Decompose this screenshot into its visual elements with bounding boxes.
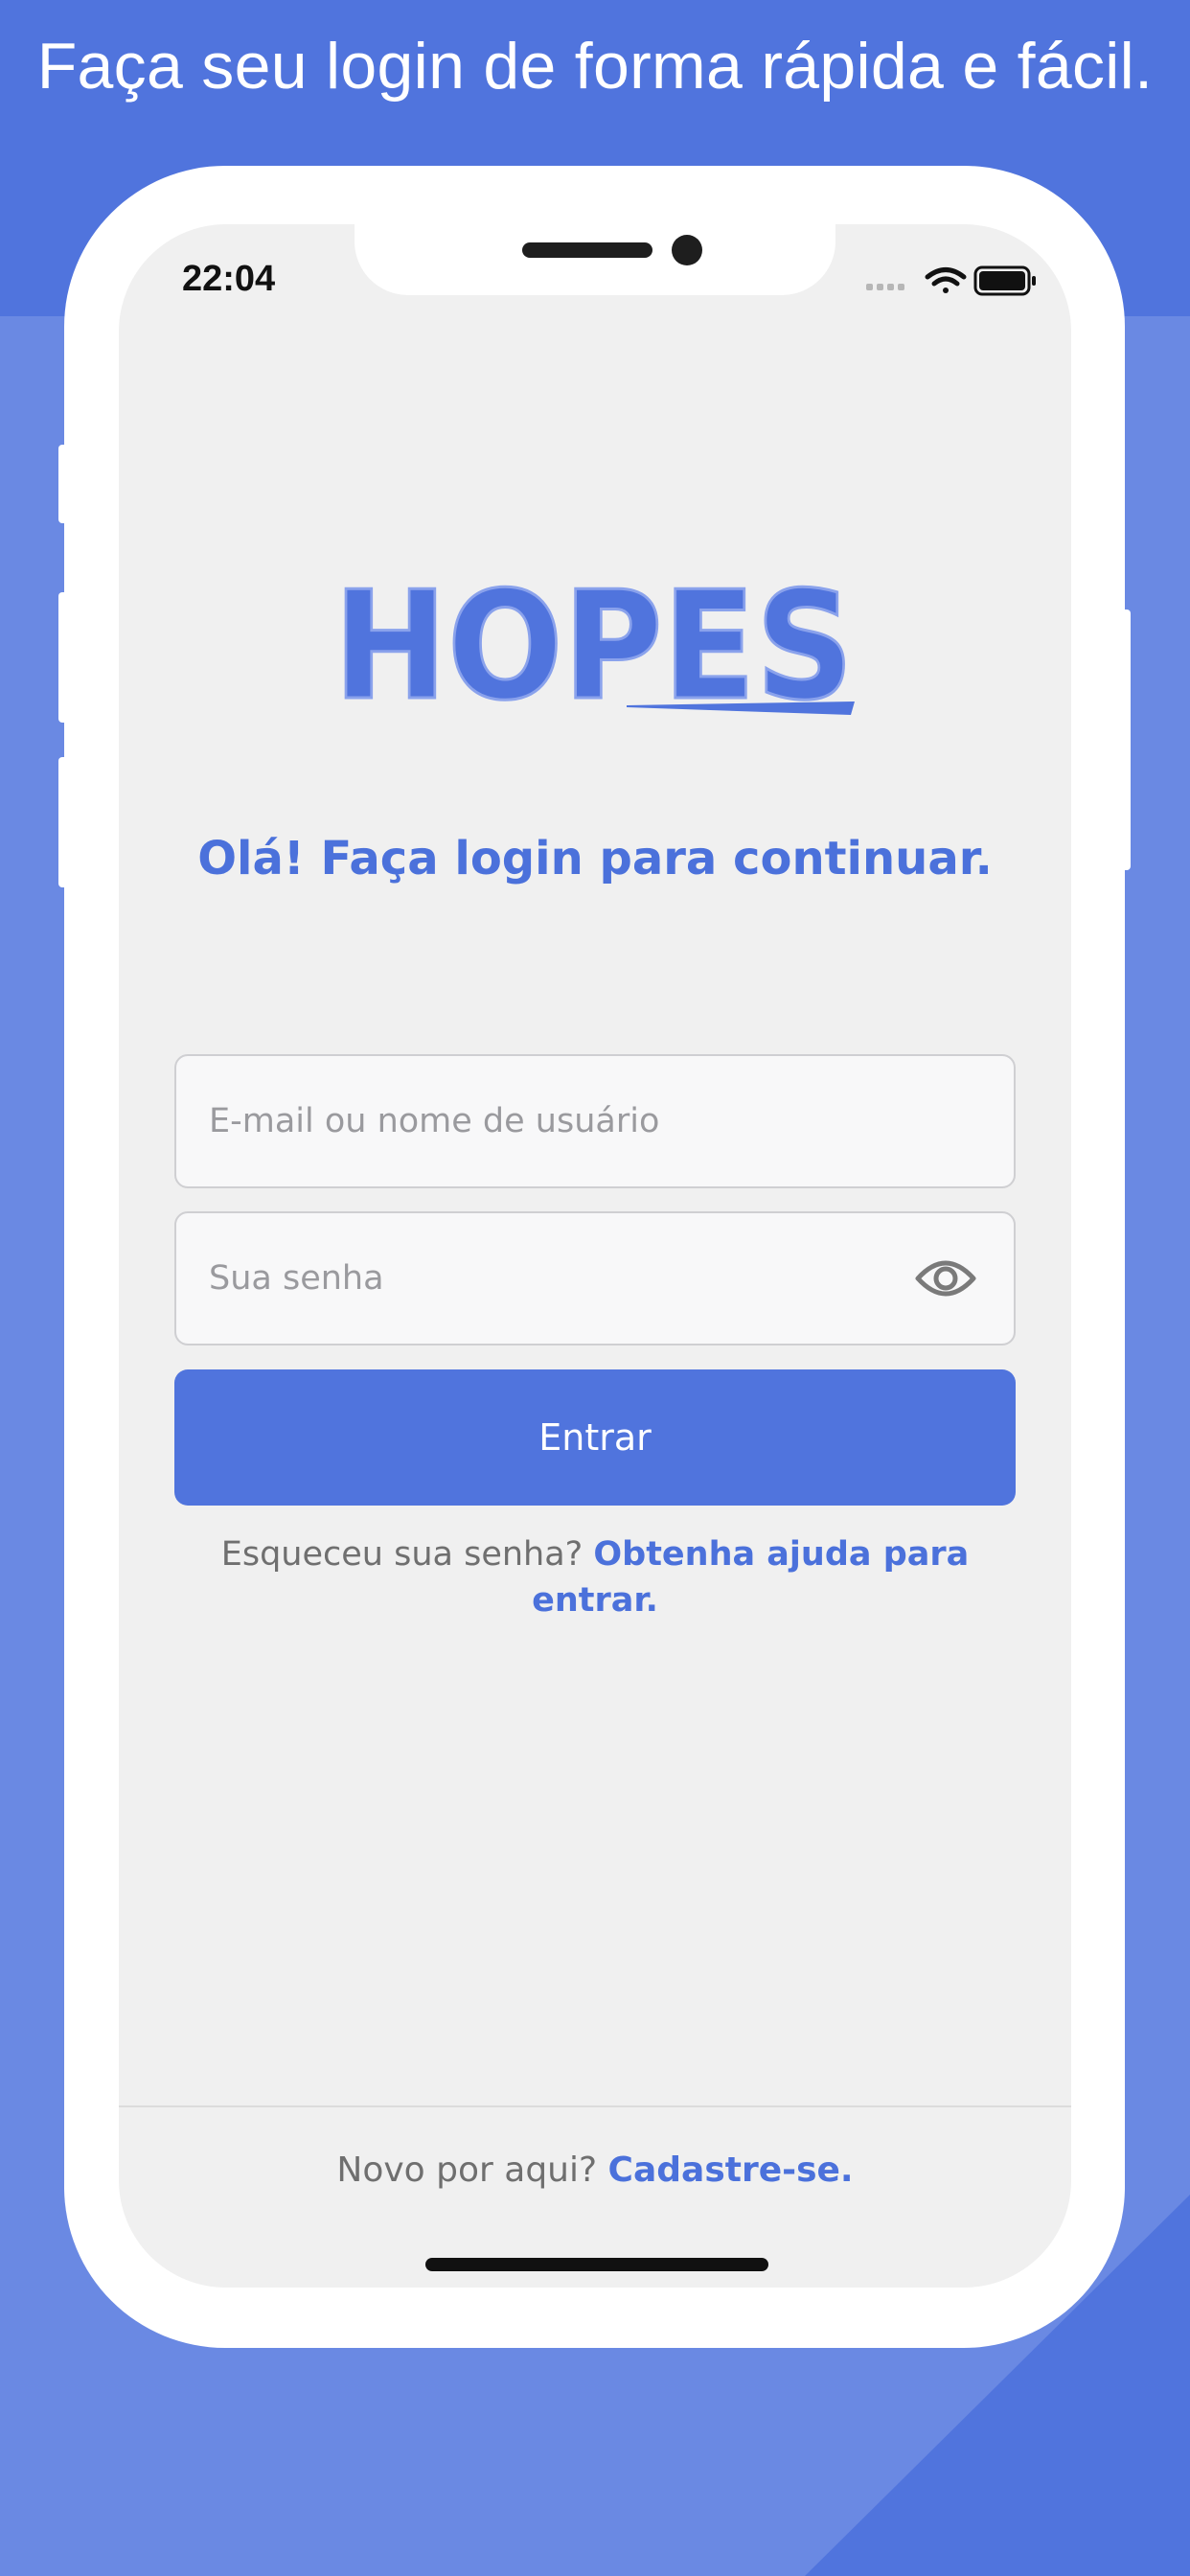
speaker-grille — [522, 242, 652, 258]
signal-icon — [866, 284, 904, 290]
signup-prompt: Novo por aqui? Cadastre-se. — [0, 2150, 1190, 2190]
email-field[interactable] — [174, 1054, 1016, 1188]
greeting-heading: Olá! Faça login para continuar. — [197, 832, 993, 886]
forgot-password-text: Esqueceu sua senha? Obtenha ajuda para e… — [195, 1531, 995, 1623]
phone-notch — [355, 224, 835, 295]
login-button[interactable]: Entrar — [174, 1369, 1016, 1506]
status-time: 22:04 — [182, 259, 276, 299]
phone-screen: 22:04 HOPES Olá! Faça login para continu… — [119, 224, 1071, 2288]
forgot-password-link[interactable]: Obtenha ajuda para entrar. — [532, 1535, 969, 1620]
status-icons — [866, 265, 1036, 296]
forgot-prefix: Esqueceu sua senha? — [220, 1535, 584, 1574]
home-indicator[interactable] — [425, 2258, 768, 2271]
signup-prefix: Novo por aqui? — [336, 2150, 598, 2190]
signup-link[interactable]: Cadastre-se. — [608, 2150, 854, 2190]
password-field[interactable] — [174, 1211, 1016, 1346]
eye-icon[interactable] — [914, 1254, 977, 1303]
battery-icon — [973, 265, 1036, 296]
password-input[interactable] — [209, 1213, 937, 1344]
wifi-icon — [925, 267, 967, 293]
footer-divider — [119, 2105, 1071, 2107]
promo-headline: Faça seu login de forma rápida e fácil. — [36, 30, 1154, 103]
front-camera — [672, 235, 702, 265]
email-input[interactable] — [209, 1056, 937, 1186]
hopes-logo: HOPES — [333, 571, 856, 734]
